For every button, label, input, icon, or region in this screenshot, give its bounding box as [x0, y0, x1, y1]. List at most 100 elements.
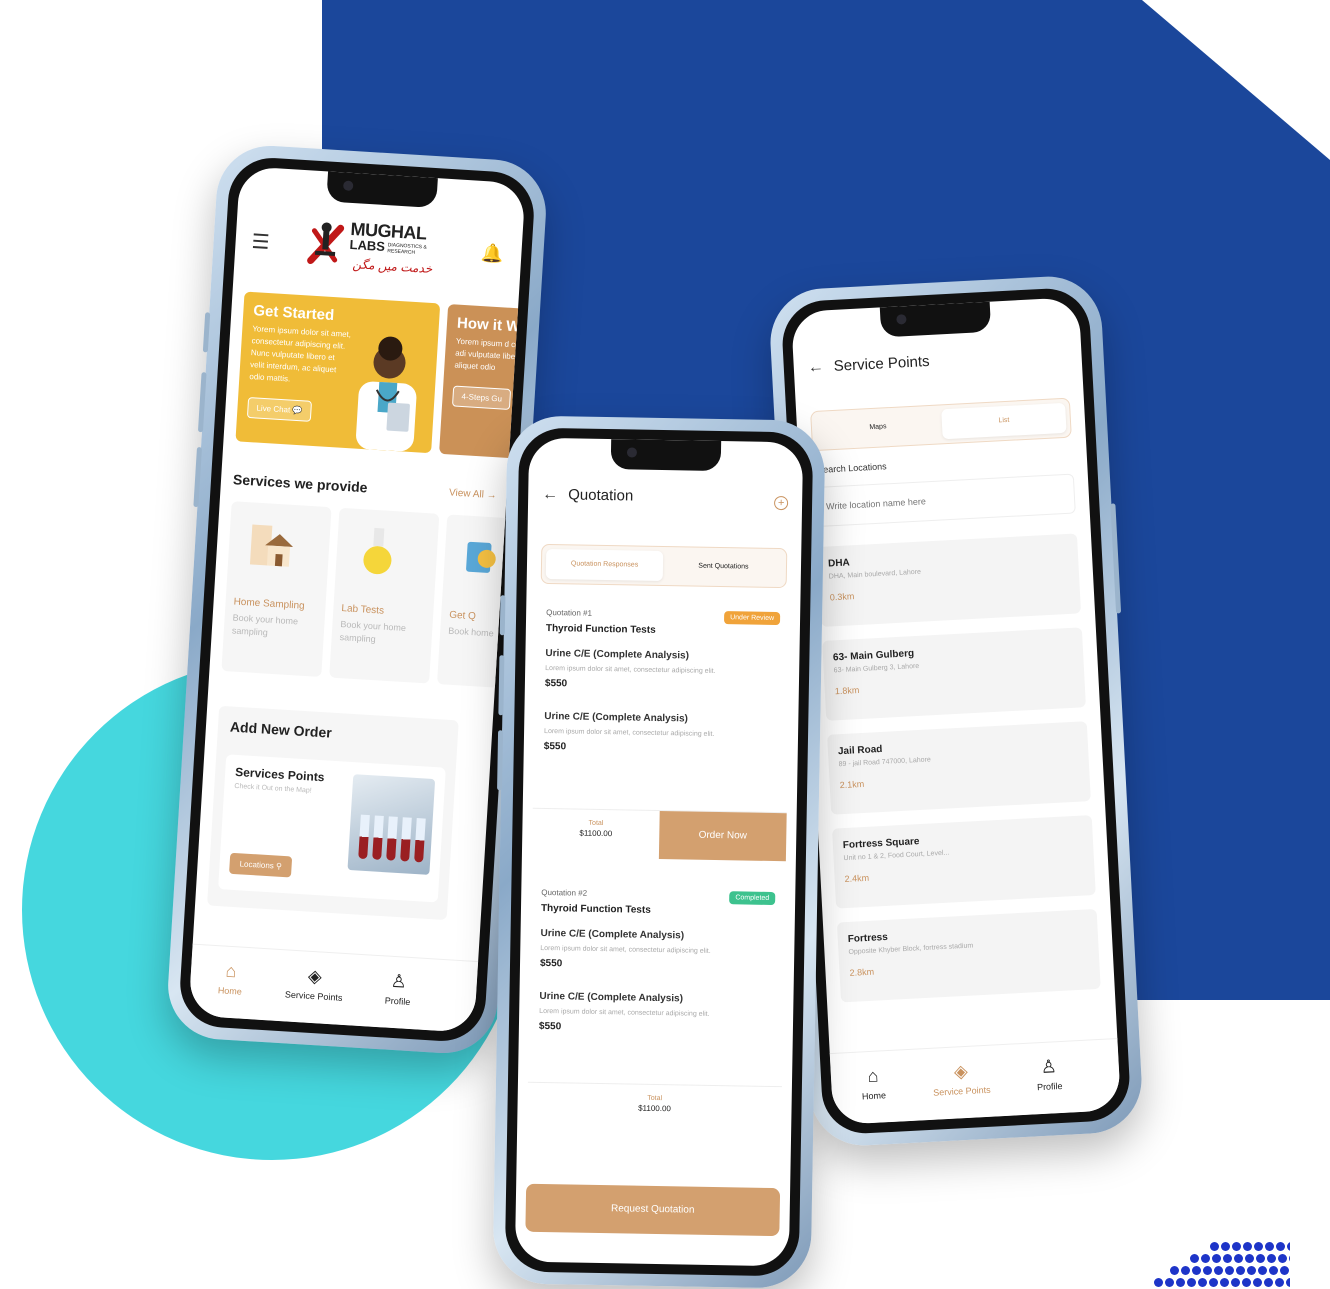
service-desc: Book your home sampling — [339, 619, 407, 645]
back-arrow-icon[interactable]: ← — [542, 486, 558, 504]
nav-label: Home — [217, 985, 243, 997]
globe-dot — [1176, 1278, 1185, 1287]
item-name: Urine C/E (Complete Analysis) — [540, 927, 685, 942]
globe-dot — [1247, 1266, 1256, 1275]
nav-service-points[interactable]: ◈ Service Points — [920, 1059, 1002, 1098]
order-now-button[interactable]: Order Now — [658, 811, 787, 862]
locations-button[interactable]: Locations ⚲ — [229, 852, 293, 878]
service-home-sampling[interactable]: Home Sampling Book your home sampling — [221, 501, 332, 677]
quotation-name: Thyroid Function Tests — [540, 902, 651, 916]
request-quotation-button[interactable]: Request Quotation — [525, 1183, 781, 1237]
status-badge: Completed — [729, 891, 776, 906]
card-text: Yorem ipsum dolor sit amet, consectetur … — [249, 324, 352, 384]
status-badge: Under Review — [724, 611, 781, 626]
location-item[interactable]: Fortress Square Unit no 1 & 2, Food Cour… — [831, 815, 1096, 909]
logo-tagline: DIAGNOSTICS & RESEARCH — [387, 242, 427, 256]
service-name: Lab Tests — [341, 603, 385, 617]
globe-dot — [1223, 1254, 1232, 1263]
nav-profile[interactable]: ♙ Profile — [1008, 1055, 1090, 1094]
nav-home[interactable]: ⌂ Home — [190, 959, 272, 999]
back-arrow-icon[interactable]: ← — [807, 358, 824, 377]
location-distance: 1.8km — [834, 685, 860, 697]
nav-profile[interactable]: ♙ Profile — [357, 969, 439, 1009]
tab-sent-quotations[interactable]: Sent Quotations — [665, 551, 783, 583]
volume-up-button — [197, 372, 207, 433]
house-icon — [249, 524, 294, 567]
globe-dot — [1254, 1242, 1263, 1251]
flask-icon — [363, 527, 392, 575]
globe-dot — [1256, 1254, 1265, 1263]
tab-list[interactable]: List — [941, 402, 1067, 440]
search-input[interactable] — [814, 473, 1076, 528]
target-icon: ◈ — [953, 1060, 969, 1082]
location-pin-icon: ⚲ — [275, 861, 283, 871]
location-item[interactable]: 63- Main Gulberg 63- Main Gulberg 3, Lah… — [822, 627, 1086, 721]
globe-dot — [1276, 1242, 1285, 1251]
total-value: $1100.00 — [638, 1103, 671, 1114]
globe-dot — [1154, 1278, 1163, 1287]
quotation-header: ← Quotation + — [542, 478, 789, 522]
test-tubes-image — [347, 774, 436, 875]
get-started-card[interactable]: Get Started Yorem ipsum dolor sit amet, … — [235, 291, 441, 454]
home-screen: ☰ MUGHAL LABS DIAGNOSTICS & RESEARCH خدم… — [188, 166, 526, 1033]
service-points-card[interactable]: Services Points Check it Out on the Map!… — [218, 754, 446, 903]
home-topbar: ☰ MUGHAL LABS DIAGNOSTICS & RESEARCH خدم… — [234, 206, 524, 293]
notch — [879, 301, 992, 338]
globe-dot — [1198, 1278, 1207, 1287]
logo-urdu-tagline: خدمت میں مگن — [352, 257, 433, 276]
card-text: Yorem ipsum d consectetur adi vulputate … — [454, 336, 526, 373]
globe-dot — [1214, 1266, 1223, 1275]
tab-maps[interactable]: Maps — [815, 409, 940, 445]
globe-dot — [1258, 1266, 1267, 1275]
quotation-card: Quotation #1 Thyroid Function Tests Unde… — [531, 597, 791, 863]
home-icon: ⌂ — [867, 1065, 879, 1087]
phone-quotation: ← Quotation + Quotation Responses Sent Q… — [492, 415, 826, 1289]
globe-dot — [1220, 1278, 1229, 1287]
location-item[interactable]: Fortress Opposite Khyber Block, fortress… — [836, 908, 1101, 1003]
services-title: Services we provide — [232, 471, 368, 496]
add-new-order-section: Add New Order Services Points Check it O… — [207, 705, 459, 921]
view-toggle: Maps List — [810, 397, 1072, 452]
globe-dot — [1286, 1278, 1290, 1287]
how-it-works-card[interactable]: How it W Yorem ipsum d consectetur adi v… — [439, 304, 526, 466]
location-item[interactable]: DHA DHA, Main boulevard, Lahore 0.3km — [817, 533, 1082, 627]
globe-dot — [1275, 1278, 1284, 1287]
view-all-link[interactable]: View All → — [449, 487, 497, 501]
nav-home[interactable]: ⌂ Home — [833, 1064, 915, 1103]
globe-dot — [1242, 1278, 1251, 1287]
globe-dot — [1225, 1266, 1234, 1275]
target-icon: ◈ — [307, 965, 323, 987]
nav-service-points[interactable]: ◈ Service Points — [273, 964, 355, 1004]
volume-up-button — [498, 655, 505, 716]
add-icon[interactable]: + — [773, 495, 789, 511]
tab-quotation-responses[interactable]: Quotation Responses — [545, 548, 664, 582]
globe-dot — [1289, 1254, 1290, 1263]
globe-dot — [1231, 1278, 1240, 1287]
item-desc: Lorem ipsum dolor sit amet, consectetur … — [540, 944, 711, 955]
notch — [610, 439, 722, 472]
item-price: $550 — [539, 957, 563, 970]
location-item[interactable]: Jail Road 89 - jail Road 747000, Lahore … — [827, 721, 1091, 815]
service-lab-tests[interactable]: Lab Tests Book your home sampling — [329, 507, 440, 684]
location-distance: 0.3km — [829, 591, 855, 603]
quotation-footer: Total $1100.00 Order Now — [531, 807, 787, 862]
item-price: $550 — [538, 1020, 562, 1033]
globe-dot — [1232, 1242, 1241, 1251]
mute-switch — [499, 595, 506, 636]
globe-dot — [1221, 1242, 1230, 1251]
globe-dot — [1181, 1266, 1190, 1275]
item-desc: Lorem ipsum dolor sit amet, consectetur … — [539, 1007, 710, 1018]
globe-dot — [1267, 1254, 1276, 1263]
globe-dot — [1243, 1242, 1252, 1251]
location-distance: 2.8km — [849, 966, 875, 978]
dotted-globe-logo-icon — [1150, 1238, 1290, 1289]
search-label: Search Locations — [816, 461, 887, 475]
globe-dot — [1278, 1254, 1287, 1263]
quotation-name: Thyroid Function Tests — [545, 622, 656, 636]
live-chat-button[interactable]: Live Chat 💬 — [246, 396, 313, 422]
item-desc: Lorem ipsum dolor sit amet, consectetur … — [544, 727, 715, 738]
steps-guide-button[interactable]: 4-Steps Gu — [451, 385, 512, 411]
item-name: Urine C/E (Complete Analysis) — [539, 990, 684, 1005]
hamburger-menu-icon[interactable]: ☰ — [251, 229, 270, 255]
bell-icon[interactable]: 🔔 — [480, 243, 504, 265]
